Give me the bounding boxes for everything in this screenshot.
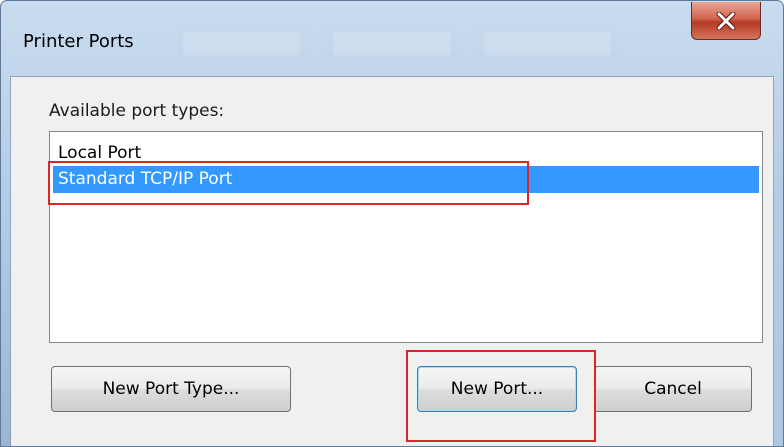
cancel-button[interactable]: Cancel [594,366,752,412]
title-bar[interactable]: Printer Ports [1,1,783,76]
port-types-listbox[interactable]: Local Port Standard TCP/IP Port [49,131,763,343]
close-button[interactable] [691,2,761,40]
available-port-types-label: Available port types: [49,101,225,121]
background-window-tabs [181,21,621,61]
list-item-standard-tcpip-port[interactable]: Standard TCP/IP Port [53,166,759,193]
window-edge-shadow [1,201,11,446]
close-icon [716,11,736,30]
new-port-type-button[interactable]: New Port Type... [51,366,291,412]
list-item-local-port[interactable]: Local Port [53,140,353,167]
ghost-tab [331,29,453,57]
window-title: Printer Ports [23,31,134,52]
printer-ports-dialog: Printer Ports Available port types: Loca… [0,0,784,447]
ghost-tab [181,29,303,57]
dialog-body: Available port types: Local Port Standar… [10,76,774,446]
new-port-button[interactable]: New Port... [417,366,577,412]
ghost-tab [481,29,613,57]
